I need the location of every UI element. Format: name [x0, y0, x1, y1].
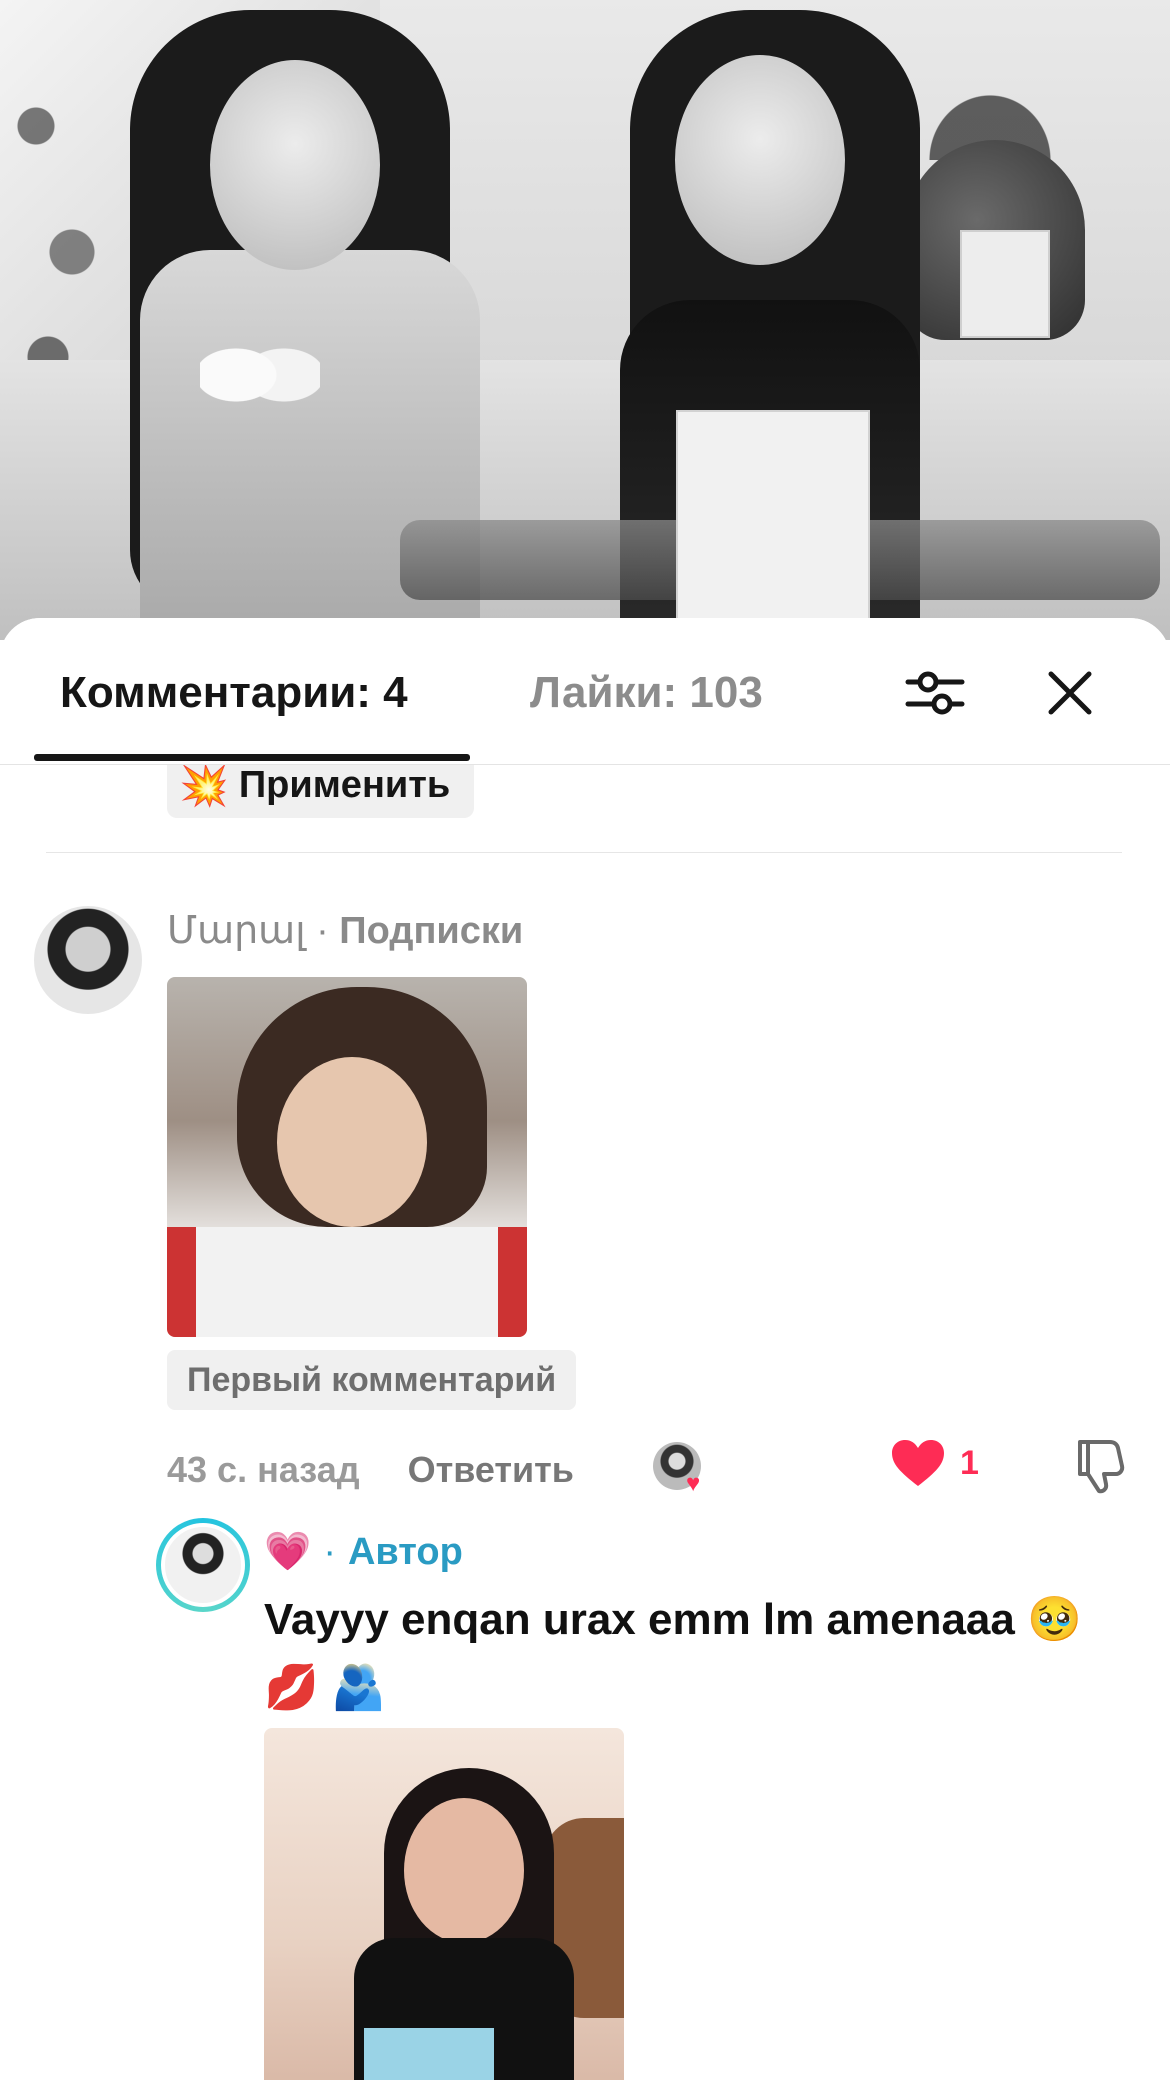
sliders-icon [905, 671, 965, 715]
heart-badge-icon: ♥ [686, 1470, 701, 1497]
comment-meta: 43 с. назад Ответить [167, 1440, 574, 1500]
author-avatar[interactable] [156, 1518, 250, 1612]
comments-sheet: Комментарии: 4 Лайки: 103 💥 Применить Մա… [0, 618, 1170, 2080]
collision-emoji-icon: 💥 [179, 763, 229, 808]
close-button[interactable] [1035, 658, 1105, 728]
separator: · [305, 910, 340, 952]
dislike-button[interactable] [1070, 1436, 1128, 1494]
comment-header: Մարալ · Подписки [167, 908, 523, 953]
first-comment-badge: Первый комментарий [167, 1350, 577, 1410]
reply-text: Vayyy enqan urax emm lm amenaaa 🥹 💋 🫂 [264, 1595, 1082, 1712]
comment-photo[interactable] [167, 977, 527, 1337]
close-icon [1048, 671, 1092, 715]
thumbs-down-icon [1078, 1440, 1125, 1494]
like-count: 1 [960, 1443, 979, 1482]
reply-photo[interactable] [264, 1728, 624, 2080]
butterfly-prop [200, 320, 320, 430]
relation-label: Подписки [339, 910, 524, 952]
author-username[interactable]: 💗 [264, 1530, 311, 1574]
comment-time: 43 с. назад [167, 1449, 360, 1490]
like-button[interactable]: 1 [890, 1438, 979, 1488]
tab-comments[interactable]: Комментарии: 4 [60, 668, 408, 718]
commenter-username[interactable]: Մարալ [167, 910, 306, 952]
tab-bar: Комментарии: 4 Лайки: 103 [0, 618, 1170, 765]
active-tab-indicator [34, 754, 470, 761]
heart-icon [892, 1440, 944, 1486]
separator: · [323, 1530, 336, 1573]
tab-likes[interactable]: Лайки: 103 [530, 668, 763, 718]
author-label: Автор [347, 1530, 463, 1573]
video-player[interactable] [0, 0, 1170, 640]
reply-header: 💗 · Автор [264, 1530, 463, 1574]
reply-button[interactable]: Ответить [408, 1449, 574, 1491]
filter-button[interactable] [900, 658, 970, 728]
product-box-large [676, 410, 870, 624]
apply-label: Применить [238, 763, 451, 806]
divider [46, 852, 1122, 853]
commenter-avatar[interactable] [34, 906, 142, 1014]
